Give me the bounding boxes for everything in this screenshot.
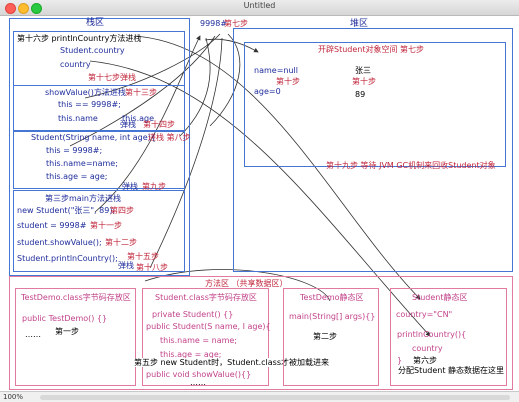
constructor-label-step: 进栈 第八步 [148,133,191,142]
student-static-title: Student静态区 [412,293,468,302]
testdemo-static-step: 第二步 [313,332,337,341]
main-line-1-step: 第四步 [110,206,134,215]
main-pop-step: 第十八步 [136,263,168,272]
title-bar: Untitled [0,0,519,16]
main-frame-label: 第三步main方法进栈 [45,194,121,203]
heap-age-value: 89 [355,90,366,99]
heap-title: 堆区 [350,19,369,29]
heap-age-field: age=0 [254,87,281,96]
showvalue-pop-step: 第十四步 [143,120,175,129]
testdemo-bytecode-line-1: public TestDemo() {} [22,314,108,323]
student-bytecode-title: Student.class字节码存放区 [155,293,257,302]
horizontal-scrollbar[interactable] [40,395,510,400]
student-bytecode-line-1: private Student() {} [152,310,234,319]
student-bytecode-line-2: public Student(S name, I age){ [146,322,271,331]
testdemo-static-line-1: main(String[] args){} [289,312,376,321]
app-window: Untitled 栈区 第十六步 printlnCountry方法进栈 Stud… [0,0,519,402]
showvalue-line-2: this.name [58,114,98,123]
println-line-2: country [60,60,91,69]
heap-alloc: 开辟Student对象空间 第七步 [318,45,425,54]
testdemo-bytecode-step: 第一步 [55,327,79,336]
window-title: Untitled [243,1,276,10]
println-frame-label: 第十六步 printlnCountry方法进栈 [17,34,142,43]
testdemo-static-title: TestDemo静态区 [300,293,364,302]
constructor-label: Student(String name, int age){ [31,133,156,142]
zoom-level[interactable]: 100% [3,393,23,401]
student-static-note: 分配Student 静态数据在这里 [398,366,505,375]
heap-age-step: 第十步 [352,77,376,86]
status-bar: 100% [0,391,519,402]
constructor-line-2: this.name=name; [46,159,118,168]
heap-name-field: name=null [254,66,298,75]
student-static-line-1: country="CN" [396,310,453,319]
println-line-1: Student.country [60,46,125,55]
main-line-4: Student.printlnCountry(); [17,254,118,263]
main-line-2-step: 第十一步 [90,221,122,230]
heap-name-value: 张三 [355,66,371,75]
heap-name-step: 第十步 [276,77,300,86]
student-static-line-2: printlnCountry(){ [397,330,467,339]
showvalue-pop: 弹栈 [120,120,136,129]
testdemo-bytecode-title: TestDemo.class字节码存放区 [21,293,131,302]
student-static-line-3: country [412,344,443,353]
println-pop: 第十七步弹栈 [88,73,136,82]
testdemo-bytecode-line-2: …… [25,330,41,339]
student-bytecode-line-3: this.name = name; [160,336,237,345]
main-line-3-step: 第十二步 [105,238,137,247]
diagram-canvas: 栈区 第十六步 printlnCountry方法进栈 Student.count… [0,16,519,391]
main-line-3: student.showValue(); [17,238,102,247]
constructor-line-3: this.age = age; [46,172,108,181]
showvalue-line-1: this == 9998#; [58,100,121,109]
stack-title: 栈区 [86,18,105,28]
student-static-line-4: } [397,356,403,365]
main-line-4-step: 第十五步 [127,252,159,261]
student-bytecode-line-6: …… [190,378,206,387]
main-pop: 弹栈 [118,261,134,270]
heap-address: 9998# [200,19,228,28]
method-area-title: 方法区 （共享数据区） [205,279,288,288]
heap-gc-note: 第十九步 等待 JVM GC机制来回收Student对象 [326,161,496,170]
main-line-1: new Student("张三", 89); [17,206,116,215]
student-static-step: 第六步 [413,356,437,365]
student-object [244,42,506,167]
showvalue-label: showValue()方法进栈 [45,88,126,97]
constructor-line-1: this = 9998#; [46,146,103,155]
heap-address-step: 第七步 [224,19,248,28]
showvalue-step: 第十三步 [125,88,157,97]
main-line-2: student = 9998# [17,221,87,230]
